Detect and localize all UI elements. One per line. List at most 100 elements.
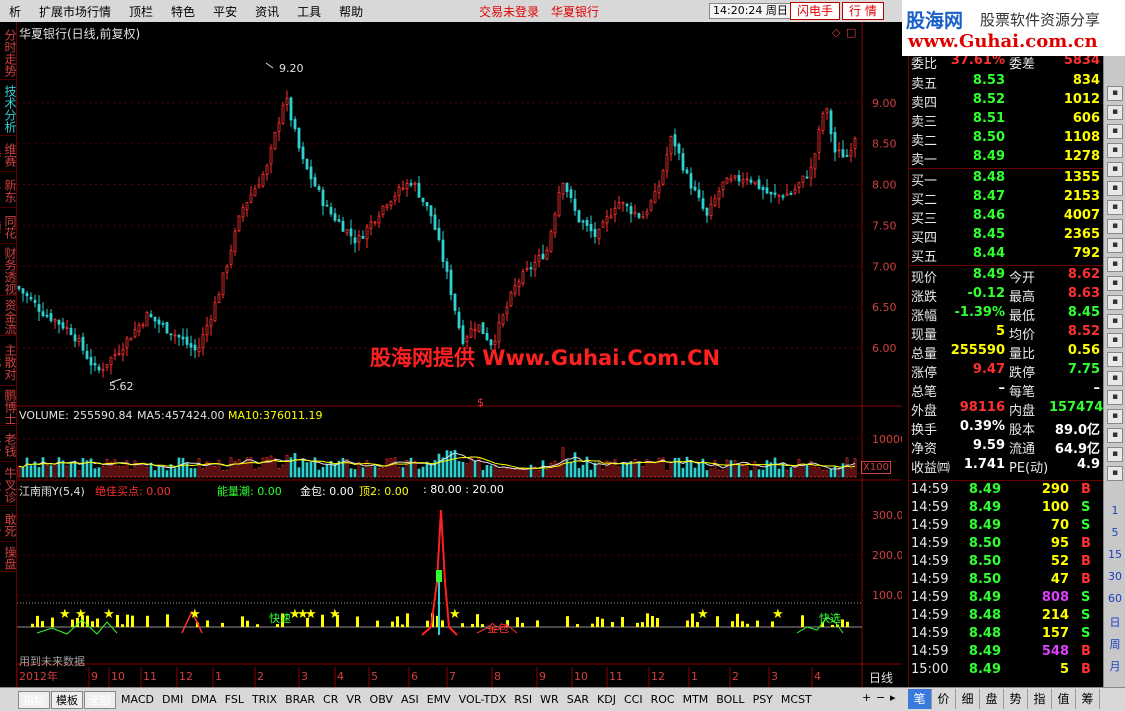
indicator-tab-dmi[interactable]: DMI — [158, 691, 187, 709]
quote-button[interactable]: 行 情 — [842, 2, 884, 20]
right-tab-7[interactable]: 筹 — [1076, 689, 1100, 709]
indicator-tab-brar[interactable]: BRAR — [281, 691, 319, 709]
period-button[interactable]: 月 — [1104, 658, 1125, 674]
right-tab-1[interactable]: 价 — [932, 689, 956, 709]
sidebar-tool-icon[interactable]: ▪ — [1107, 466, 1123, 481]
sidebar-tool-icon[interactable]: ▪ — [1107, 276, 1123, 291]
trade-login-status[interactable]: 交易未登录 — [470, 3, 548, 20]
nav-tab-3[interactable]: 新东方 — [0, 172, 17, 208]
sidebar-tool-icon[interactable]: ▪ — [1107, 105, 1123, 120]
menu-item-features[interactable]: 特色 — [162, 3, 204, 20]
period-button[interactable]: 60 — [1104, 592, 1125, 605]
menu-item-analysis[interactable]: 析 — [0, 3, 30, 20]
indicator-tab-wr[interactable]: WR — [536, 691, 563, 709]
candle-body — [157, 319, 161, 325]
candle-body — [693, 186, 697, 191]
indicator-tab-sar[interactable]: SAR — [563, 691, 593, 709]
sidebar-tool-icon[interactable]: ▪ — [1107, 143, 1123, 158]
nav-tab-12[interactable]: 操盘 — [0, 542, 17, 572]
candle-body — [413, 182, 417, 185]
sidebar-tool-icon[interactable]: ▪ — [1107, 447, 1123, 462]
nav-tab-10[interactable]: 牛叉诊股 — [0, 462, 17, 506]
sidebar-tool-icon[interactable]: ▪ — [1107, 238, 1123, 253]
menu-item-pingan[interactable]: 平安 — [204, 3, 246, 20]
scroll-right-icon[interactable]: ▸ — [890, 691, 896, 704]
stat-value: 5 — [995, 324, 1005, 339]
sidebar-tool-icon[interactable]: ▪ — [1107, 86, 1123, 101]
chart-area[interactable]: 9.00 8.50 8.00 7.50 7.00 6.50 6.00 ◇ □ $10000 300.… — [17, 22, 902, 687]
period-button[interactable]: 30 — [1104, 570, 1125, 583]
indicator-tab-psy[interactable]: PSY — [749, 691, 777, 709]
price-tick-label: 9.00 — [872, 97, 897, 110]
indicator-tab-roc[interactable]: ROC — [647, 691, 679, 709]
indicator-tab-rsi[interactable]: RSI — [510, 691, 536, 709]
sidebar-tool-icon[interactable]: ▪ — [1107, 352, 1123, 367]
tab-indicator[interactable]: 指标 — [18, 690, 50, 709]
sidebar-tool-icon[interactable]: ▪ — [1107, 295, 1123, 310]
sidebar-tool-icon[interactable]: ▪ — [1107, 371, 1123, 386]
zoom-out-icon[interactable]: − — [876, 691, 885, 704]
period-button[interactable]: 周 — [1104, 636, 1125, 652]
sidebar-tool-icon[interactable]: ▪ — [1107, 314, 1123, 329]
nav-tab-9[interactable]: 老钱庄 — [0, 426, 17, 462]
sidebar-tool-icon[interactable]: ▪ — [1107, 124, 1123, 139]
sidebar-tool-icon[interactable]: ▪ — [1107, 390, 1123, 405]
menu-item-extended-market[interactable]: 扩展市场行情 — [30, 3, 120, 20]
period-button[interactable]: 15 — [1104, 548, 1125, 561]
sidebar-tool-icon[interactable]: ▪ — [1107, 333, 1123, 348]
indicator-tab-asi[interactable]: ASI — [397, 691, 423, 709]
indicator-tab-mtm[interactable]: MTM — [679, 691, 713, 709]
right-tab-4[interactable]: 势 — [1004, 689, 1028, 709]
flash-trade-button[interactable]: 闪电手 — [790, 2, 841, 20]
sidebar-tool-icon[interactable]: ▪ — [1107, 162, 1123, 177]
indicator-tab-kdj[interactable]: KDJ — [593, 691, 620, 709]
indicator-tab-obv[interactable]: OBV — [366, 691, 397, 709]
nav-tab-8[interactable]: 鹏博士 — [0, 386, 17, 426]
period-button[interactable]: 日 — [1104, 614, 1125, 630]
indicator-tab-trix[interactable]: TRIX — [248, 691, 281, 709]
sidebar-tool-icon[interactable]: ▪ — [1107, 257, 1123, 272]
period-button[interactable]: 1 — [1104, 504, 1125, 517]
period-button[interactable]: 5 — [1104, 526, 1125, 539]
sidebar-tool-icon[interactable]: ▪ — [1107, 428, 1123, 443]
nav-tab-0[interactable]: 分时走势 — [0, 24, 17, 80]
period-label[interactable]: 日线 — [869, 669, 893, 686]
indicator-tab-cr[interactable]: CR — [319, 691, 342, 709]
menu-item-help[interactable]: 帮助 — [330, 3, 372, 20]
indicator-tab-vol-tdx[interactable]: VOL-TDX — [455, 691, 511, 709]
menu-item-tools[interactable]: 工具 — [288, 3, 330, 20]
nav-tab-2[interactable]: 维赛特 — [0, 136, 17, 172]
right-tab-2[interactable]: 细 — [956, 689, 980, 709]
tab-all[interactable]: 全部 — [84, 690, 116, 709]
indicator-tab-emv[interactable]: EMV — [423, 691, 455, 709]
tab-template[interactable]: 模板 — [51, 690, 83, 709]
right-tab-6[interactable]: 值 — [1052, 689, 1076, 709]
sidebar-tool-icon[interactable]: ▪ — [1107, 200, 1123, 215]
sidebar-tool-icon[interactable]: ▪ — [1107, 409, 1123, 424]
sidebar-tool-icon[interactable]: ▪ — [1107, 181, 1123, 196]
right-tab-0[interactable]: 笔 — [908, 689, 932, 709]
price-tick-label: 8.50 — [872, 138, 897, 151]
indicator-tab-macd[interactable]: MACD — [117, 691, 158, 709]
candle-body — [21, 288, 25, 294]
nav-tab-7[interactable]: 主散对比 — [0, 336, 17, 386]
candle-body — [845, 155, 849, 157]
menu-item-news[interactable]: 资讯 — [246, 3, 288, 20]
indicator-tab-fsl[interactable]: FSL — [221, 691, 248, 709]
right-tab-5[interactable]: 指 — [1028, 689, 1052, 709]
indicator-tab-boll[interactable]: BOLL — [712, 691, 748, 709]
nav-tab-1[interactable]: 技术分析 — [0, 80, 17, 136]
menu-item-top-bar[interactable]: 顶栏 — [120, 3, 162, 20]
indicator-tab-dma[interactable]: DMA — [187, 691, 221, 709]
right-tab-3[interactable]: 盘 — [980, 689, 1004, 709]
nav-tab-6[interactable]: 资金流 — [0, 296, 17, 336]
candle-body — [373, 221, 377, 224]
zoom-in-icon[interactable]: + — [862, 691, 871, 704]
nav-tab-11[interactable]: 敢死队 — [0, 506, 17, 542]
indicator-tab-cci[interactable]: CCI — [620, 691, 647, 709]
indicator-tab-mcst[interactable]: MCST — [777, 691, 816, 709]
sidebar-tool-icon[interactable]: ▪ — [1107, 219, 1123, 234]
indicator-tab-vr[interactable]: VR — [342, 691, 365, 709]
nav-tab-5[interactable]: 财务透视 — [0, 244, 17, 296]
nav-tab-4[interactable]: 同花顺 — [0, 208, 17, 244]
